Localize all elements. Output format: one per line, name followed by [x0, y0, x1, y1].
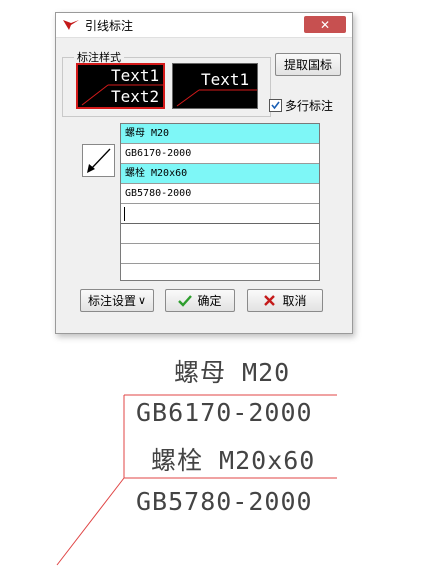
drawing-text-line4: GB5780-2000	[136, 487, 313, 516]
leader-arrow-icon[interactable]	[82, 144, 115, 177]
multiline-checkbox[interactable]	[269, 99, 282, 112]
preview-leader-line-single	[176, 89, 257, 107]
settings-label: 标注设置	[87, 294, 136, 308]
drawing-text-line2: GB6170-2000	[136, 398, 313, 427]
chevron-down-icon: ∨	[137, 294, 147, 307]
preview-leader-line	[81, 84, 163, 106]
settings-button[interactable]: 标注设置 ∨	[80, 289, 154, 312]
list-item[interactable]	[121, 244, 319, 264]
app-logo-icon	[63, 20, 79, 30]
drawing-text-line1: 螺母 M20	[174, 358, 291, 387]
annotation-text-list[interactable]: 螺母 M20 GB6170-2000 螺栓 M20x60 GB5780-2000	[120, 123, 320, 281]
close-x-icon	[264, 295, 276, 306]
drawing-text-line3: 螺栓 M20x60	[151, 446, 316, 475]
style-preview-singleline[interactable]: Text1	[172, 63, 258, 109]
list-item[interactable]: 螺栓 M20x60	[121, 164, 319, 184]
checkmark-icon	[178, 294, 193, 307]
dialog-title: 引线标注	[85, 19, 134, 33]
list-item-editing[interactable]	[121, 204, 319, 224]
list-item[interactable]: 螺母 M20	[121, 124, 319, 144]
fetch-standard-button[interactable]: 提取国标	[275, 53, 341, 76]
leader-annotation-dialog: 引线标注 ✕ 标注样式 Text1 Text2 Text1 提取国标 多行标注	[55, 12, 353, 334]
close-icon: ✕	[319, 17, 331, 32]
multiline-label: 多行标注	[285, 99, 334, 113]
cancel-label: 取消	[282, 294, 307, 308]
ok-label: 确定	[197, 294, 222, 308]
text-caret	[124, 207, 125, 221]
style-preview-multiline[interactable]: Text1 Text2	[76, 63, 165, 109]
title-bar[interactable]: 引线标注 ✕	[56, 13, 352, 38]
check-icon	[271, 101, 280, 110]
close-button[interactable]: ✕	[304, 16, 346, 33]
list-item[interactable]: GB6170-2000	[121, 144, 319, 164]
ok-button[interactable]: 确定	[165, 289, 235, 312]
list-item[interactable]: GB5780-2000	[121, 184, 319, 204]
multiline-checkbox-row[interactable]: 多行标注	[269, 97, 333, 114]
arrow-icon	[87, 148, 111, 173]
cancel-button[interactable]: 取消	[247, 289, 323, 312]
list-item[interactable]	[121, 224, 319, 244]
